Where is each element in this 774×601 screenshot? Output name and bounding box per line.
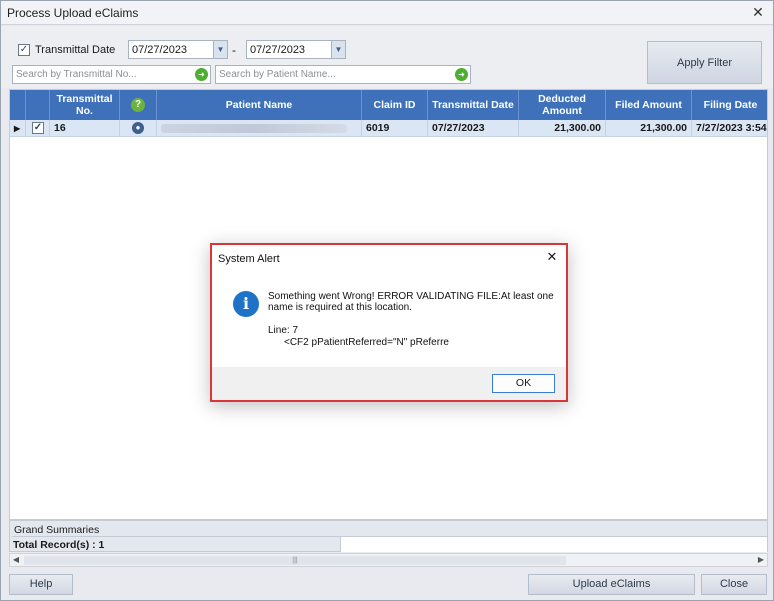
grand-summaries-panel: Grand Summaries Total Record(s) : 1 [9, 520, 768, 552]
apply-filter-button[interactable]: Apply Filter [647, 41, 762, 84]
cell-filed-amount: 21,300.00 [606, 120, 692, 137]
cell-patient-status: ● [120, 120, 157, 137]
cell-filing-date: 7/27/2023 3:54: [696, 122, 768, 134]
scroll-left-icon[interactable]: ◀ [10, 554, 22, 566]
ok-button[interactable]: OK [492, 374, 555, 393]
search-transmittal-placeholder: Search by Transmittal No... [16, 69, 137, 80]
cell-deducted-amount: 21,300.00 [519, 120, 606, 137]
row-select-checkbox[interactable]: ✓ [32, 122, 44, 134]
grand-summaries-label: Grand Summaries [12, 522, 767, 537]
col-claim-id[interactable]: Claim ID [362, 90, 428, 120]
col-help[interactable]: ? [120, 90, 157, 120]
date-to-value: 07/27/2023 [250, 44, 306, 56]
date-from-picker[interactable]: 07/27/2023 ▼ [128, 40, 228, 59]
date-from-value: 07/27/2023 [132, 44, 188, 56]
scroll-thumb[interactable]: ||| [24, 556, 566, 565]
search-transmittal-input[interactable]: Search by Transmittal No... ➜ [12, 65, 211, 84]
help-icon: ? [131, 98, 145, 112]
person-icon: ● [132, 122, 144, 135]
close-icon[interactable]: ✕ [749, 3, 767, 21]
total-records-label: Total Record(s) : 1 [13, 539, 105, 551]
cell-transmittal-date: 07/27/2023 [428, 120, 519, 137]
title-bar: Process Upload eClaims ✕ [1, 1, 773, 25]
alert-line-code: <CF2 pPatientReferred="N" pReferre [284, 337, 449, 348]
grid-header: Transmittal No. ? Patient Name Claim ID … [10, 90, 767, 120]
row-indicator-icon: ▶ [10, 120, 26, 137]
alert-title: System Alert [218, 253, 280, 265]
date-to-picker[interactable]: 07/27/2023 ▼ [246, 40, 346, 59]
date-range-separator: - [232, 43, 236, 57]
alert-line-label: Line: 7 [268, 325, 299, 336]
cell-claim-id: 6019 [362, 120, 428, 137]
col-select[interactable] [26, 90, 50, 120]
alert-message: Something went Wrong! ERROR VALIDATING F… [268, 291, 554, 313]
row-select-cell[interactable]: ✓ [26, 120, 50, 137]
cell-patient-name [157, 120, 362, 137]
system-alert-dialog: System Alert ✕ i Something went Wrong! E… [210, 243, 568, 402]
alert-footer: OK [212, 367, 566, 400]
redacted-patient-name [161, 124, 347, 133]
search-patient-placeholder: Search by Patient Name... [219, 69, 336, 80]
upload-eclaims-button[interactable]: Upload eClaims [528, 574, 695, 595]
info-icon: i [233, 291, 259, 317]
table-row[interactable]: ▶ ✓ 16 ● 6019 07/27/2023 21,300.00 21,30… [10, 120, 768, 137]
process-upload-eclaims-window: Process Upload eClaims ✕ ✓ Transmittal D… [0, 0, 774, 601]
col-filed-amount[interactable]: Filed Amount [606, 90, 692, 120]
help-button[interactable]: Help [9, 574, 73, 595]
scroll-right-icon[interactable]: ▶ [755, 554, 767, 566]
close-icon[interactable]: ✕ [544, 249, 560, 265]
transmittal-date-label: Transmittal Date [35, 44, 116, 56]
search-go-icon[interactable]: ➜ [195, 68, 208, 81]
search-patient-input[interactable]: Search by Patient Name... ➜ [215, 65, 471, 84]
cell-transmittal-no: 16 [50, 120, 120, 137]
search-go-icon[interactable]: ➜ [455, 68, 468, 81]
col-filing-date[interactable]: Filing Date [692, 90, 767, 120]
transmittal-date-checkbox[interactable]: ✓ [18, 44, 30, 56]
col-patient-name[interactable]: Patient Name [157, 90, 362, 120]
filter-panel: ✓ Transmittal Date 07/27/2023 ▼ - 07/27/… [1, 26, 773, 88]
chevron-down-icon[interactable]: ▼ [331, 41, 345, 58]
col-deducted-amount[interactable]: Deducted Amount [519, 90, 606, 120]
total-records-value [340, 537, 767, 552]
col-transmittal-no[interactable]: Transmittal No. [50, 90, 120, 120]
chevron-down-icon[interactable]: ▼ [213, 41, 227, 58]
horizontal-scrollbar[interactable]: ◀ ||| ▶ [9, 553, 768, 567]
col-row-indicator [10, 90, 26, 120]
close-button[interactable]: Close [701, 574, 767, 595]
col-transmittal-date[interactable]: Transmittal Date [428, 90, 519, 120]
window-title: Process Upload eClaims [7, 6, 139, 20]
